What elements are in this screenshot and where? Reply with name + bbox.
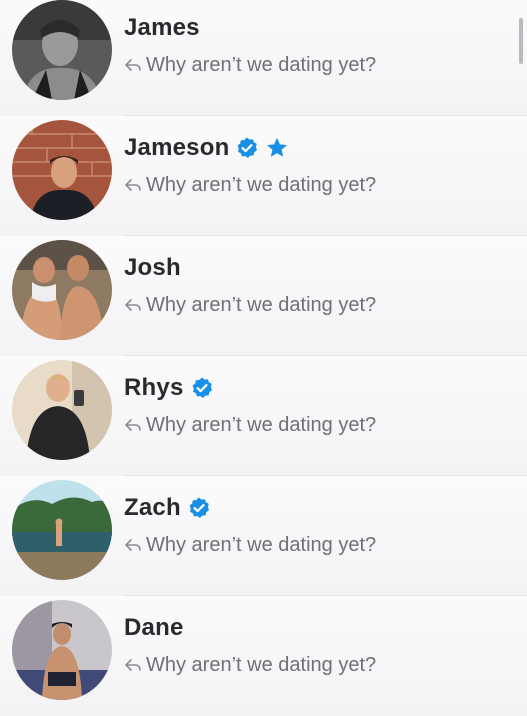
match-name: Zach xyxy=(124,494,181,521)
last-message: Why aren’t we dating yet? xyxy=(124,410,376,440)
conversation-row-dane[interactable]: Dane Why aren’t we dating yet? xyxy=(0,596,527,716)
verified-badge-icon xyxy=(189,497,209,518)
last-message-text: Why aren’t we dating yet? xyxy=(146,533,377,556)
avatar[interactable] xyxy=(12,360,112,460)
reply-arrow-icon xyxy=(125,59,141,71)
conversation-row-zach[interactable]: Zach Why aren’t we dating yet? xyxy=(0,476,527,596)
last-message-text: Why aren’t we dating yet? xyxy=(146,53,377,76)
last-message: Why aren’t we dating yet? xyxy=(124,650,376,680)
name-line: James xyxy=(124,12,200,44)
last-message: Why aren’t we dating yet? xyxy=(124,290,376,320)
match-name: James xyxy=(124,14,200,41)
name-line: Jameson xyxy=(124,132,289,164)
conversation-row-josh[interactable]: Josh Why aren’t we dating yet? xyxy=(0,236,527,356)
name-line: Zach xyxy=(124,492,211,524)
reply-arrow-icon xyxy=(125,299,141,311)
name-line: Rhys xyxy=(124,372,214,404)
super-like-star-icon xyxy=(267,137,288,157)
name-line: Dane xyxy=(124,612,184,644)
last-message: Why aren’t we dating yet? xyxy=(124,530,376,560)
match-name: Rhys xyxy=(124,374,184,401)
reply-arrow-icon xyxy=(125,539,141,551)
avatar[interactable] xyxy=(12,120,112,220)
avatar[interactable] xyxy=(12,600,112,700)
verified-badge-icon xyxy=(237,137,258,158)
last-message-text: Why aren’t we dating yet? xyxy=(146,293,377,316)
verified-badge-icon xyxy=(192,377,212,398)
last-message-text: Why aren’t we dating yet? xyxy=(146,653,377,676)
last-message-text: Why aren’t we dating yet? xyxy=(146,173,377,196)
reply-arrow-icon xyxy=(125,419,141,431)
match-name: Josh xyxy=(124,254,181,281)
reply-arrow-icon xyxy=(125,179,141,191)
scrollbar[interactable] xyxy=(519,18,523,64)
avatar[interactable] xyxy=(12,0,112,100)
last-message: Why aren’t we dating yet? xyxy=(124,50,376,80)
reply-arrow-icon xyxy=(125,659,141,671)
last-message-text: Why aren’t we dating yet? xyxy=(146,413,377,436)
conversation-row-rhys[interactable]: Rhys Why aren’t we dating yet? xyxy=(0,356,527,476)
name-line: Josh xyxy=(124,252,181,284)
match-name: Dane xyxy=(124,614,184,641)
conversation-row-jameson[interactable]: Jameson Why aren’t we dating yet? xyxy=(0,116,527,236)
avatar[interactable] xyxy=(12,480,112,580)
last-message: Why aren’t we dating yet? xyxy=(124,170,376,200)
avatar[interactable] xyxy=(12,240,112,340)
match-message-list: James Why aren’t we dating yet? Jameson … xyxy=(0,0,527,716)
match-name: Jameson xyxy=(124,134,230,161)
conversation-row-james[interactable]: James Why aren’t we dating yet? xyxy=(0,0,527,116)
